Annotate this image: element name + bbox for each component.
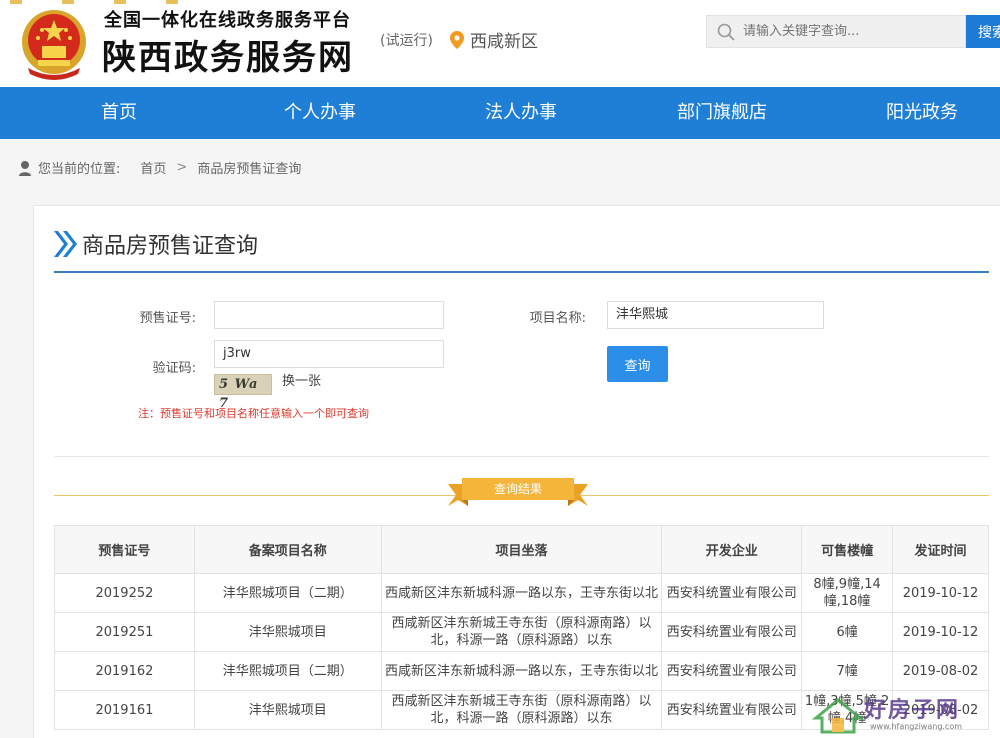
bookmark-item[interactable]	[166, 0, 178, 5]
cell-issue-date: 2019-10-12	[892, 612, 989, 652]
folder-icon	[62, 0, 74, 4]
user-icon	[19, 160, 31, 176]
project-name-input[interactable]: 沣华熙城	[607, 301, 824, 329]
query-note: 注：预售证号和项目名称任意输入一个即可查询	[138, 407, 369, 420]
cell-project-name: 沣华熙城项目	[193, 690, 382, 730]
location-switcher[interactable]: 西咸新区	[450, 27, 538, 52]
col-issue-date: 发证时间	[892, 525, 989, 574]
folder-icon	[10, 0, 22, 4]
cell-location: 西咸新区沣东新城科源一路以东，王寺东街以北	[380, 573, 663, 613]
breadcrumb-current: 商品房预售证查询	[197, 162, 302, 177]
breadcrumb: 您当前的位置: 首页 > 商品房预售证查询	[18, 158, 301, 177]
site-title[interactable]: 陕西政务服务网	[102, 30, 354, 79]
cell-presale-no: 2019251	[54, 612, 195, 652]
nav-corporate[interactable]: 法人办事	[485, 87, 557, 139]
col-project-name: 备案项目名称	[193, 525, 382, 574]
cell-developer: 西安科统置业有限公司	[661, 690, 803, 730]
panel-title: 商品房预售证查询	[54, 228, 258, 260]
nav-sunshine-gov[interactable]: 阳光政务	[886, 87, 958, 139]
table-row[interactable]: 2019162 沣华熙城项目（二期） 西咸新区沣东新城科源一路以东，王寺东街以北…	[54, 651, 989, 691]
double-chevron-icon	[54, 231, 77, 257]
cell-presale-no: 2019161	[54, 690, 195, 730]
col-developer: 开发企业	[661, 525, 803, 574]
cell-developer: 西安科统置业有限公司	[661, 651, 803, 691]
bookmark-item[interactable]	[10, 0, 22, 5]
table-header-row: 预售证号 备案项目名称 项目坐落 开发企业 可售楼幢 发证时间	[54, 525, 989, 574]
watermark-url: www.hfangziwang.com	[870, 722, 963, 731]
cell-presale-no: 2019252	[54, 573, 195, 613]
cell-location: 西咸新区沣东新城科源一路以东，王寺东街以北	[380, 651, 663, 691]
nav-personal[interactable]: 个人办事	[284, 87, 356, 139]
cell-issue-date: 2019-08-02	[892, 651, 989, 691]
cell-project-name: 沣华熙城项目（二期）	[193, 573, 382, 613]
cell-developer: 西安科统置业有限公司	[661, 612, 803, 652]
nav-departments[interactable]: 部门旗舰店	[677, 87, 767, 139]
folder-icon	[166, 0, 178, 4]
location-label: 西咸新区	[470, 32, 538, 52]
site-header: 全国一体化在线政务服务平台 陕西政务服务网 (试运行) 西咸新区 搜索	[0, 0, 1000, 87]
divider	[54, 456, 989, 457]
cell-location: 西咸新区沣东新城王寺东街（原科源南路）以北，科源一路（原科源路）以东	[380, 612, 663, 652]
query-panel: 商品房预售证查询 预售证号: 项目名称: 沣华熙城 验证码: j3rw 5 Wa…	[33, 205, 1000, 738]
cell-presale-no: 2019162	[54, 651, 195, 691]
nav-home[interactable]: 首页	[101, 87, 137, 139]
search-icon	[717, 23, 735, 41]
search-button[interactable]: 搜索	[966, 15, 1000, 48]
national-emblem-icon	[22, 10, 86, 80]
watermark-text: 好房子网	[864, 697, 961, 723]
table-row[interactable]: 2019252 沣华熙城项目（二期） 西咸新区沣东新城科源一路以东，王寺东街以北…	[54, 573, 989, 613]
captcha-input[interactable]: j3rw	[214, 340, 444, 368]
search-box	[706, 15, 966, 48]
results-label: 查询结果	[493, 482, 542, 496]
breadcrumb-separator: >	[176, 160, 188, 175]
bookmarks-bar	[0, 0, 178, 5]
table-row[interactable]: 2019251 沣华熙城项目 西咸新区沣东新城王寺东街（原科源南路）以北，科源一…	[54, 612, 989, 652]
title-underline	[54, 271, 989, 273]
main-nav: 首页 个人办事 法人办事 部门旗舰店 阳光政务	[0, 87, 1000, 139]
cell-project-name: 沣华熙城项目	[193, 612, 382, 652]
col-location: 项目坐落	[380, 525, 663, 574]
query-button[interactable]: 查询	[607, 346, 668, 382]
location-pin-icon	[450, 30, 464, 49]
captcha-label: 验证码:	[152, 361, 196, 376]
folder-icon	[114, 0, 126, 4]
platform-subtitle: 全国一体化在线政务服务平台	[104, 10, 351, 31]
col-buildings: 可售楼幢	[801, 525, 894, 574]
captcha-image[interactable]: 5 Wa 7	[214, 374, 272, 411]
cell-location: 西咸新区沣东新城王寺东街（原科源南路）以北，科源一路（原科源路）以东	[380, 690, 663, 730]
breadcrumb-prefix: 您当前的位置:	[38, 162, 121, 177]
project-name-label: 项目名称:	[529, 311, 586, 326]
watermark-logo: 好房子网 www.hfangziwang.com	[811, 688, 982, 736]
bookmark-item[interactable]	[114, 0, 126, 5]
refresh-captcha-link[interactable]: 换一张	[282, 370, 321, 389]
presale-label: 预售证号:	[139, 311, 196, 326]
cell-buildings: 7幢	[801, 651, 894, 691]
cell-developer: 西安科统置业有限公司	[661, 573, 803, 613]
cell-issue-date: 2019-10-12	[892, 573, 989, 613]
cell-buildings: 6幢	[801, 612, 894, 652]
presale-number-input[interactable]	[214, 301, 444, 329]
panel-title-text: 商品房预售证查询	[82, 234, 259, 259]
col-presale-no: 预售证号	[54, 525, 195, 574]
bookmark-item[interactable]	[62, 0, 74, 5]
trial-label: (试运行)	[380, 33, 433, 49]
search-input[interactable]	[743, 24, 943, 39]
cell-project-name: 沣华熙城项目（二期）	[193, 651, 382, 691]
breadcrumb-home[interactable]: 首页	[140, 158, 166, 177]
cell-buildings: 8幢,9幢,14幢,18幢	[801, 573, 894, 613]
